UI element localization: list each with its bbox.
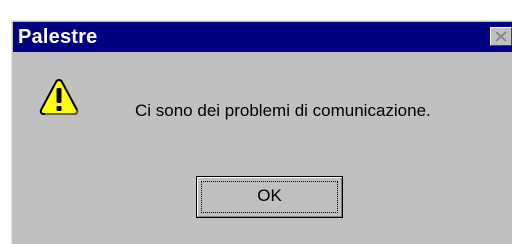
dialog-title: Palestre	[18, 26, 98, 48]
ok-button[interactable]: OK	[196, 176, 343, 218]
ok-button-label: OK	[257, 186, 282, 205]
title-bar[interactable]: Palestre	[13, 22, 512, 52]
close-button[interactable]	[490, 27, 512, 46]
message-dialog: Palestre Ci sono dei problemi di comunic…	[11, 20, 512, 244]
warning-icon	[39, 79, 79, 115]
close-icon	[495, 31, 507, 42]
dialog-message: Ci sono dei problemi di comunicazione.	[135, 101, 431, 120]
